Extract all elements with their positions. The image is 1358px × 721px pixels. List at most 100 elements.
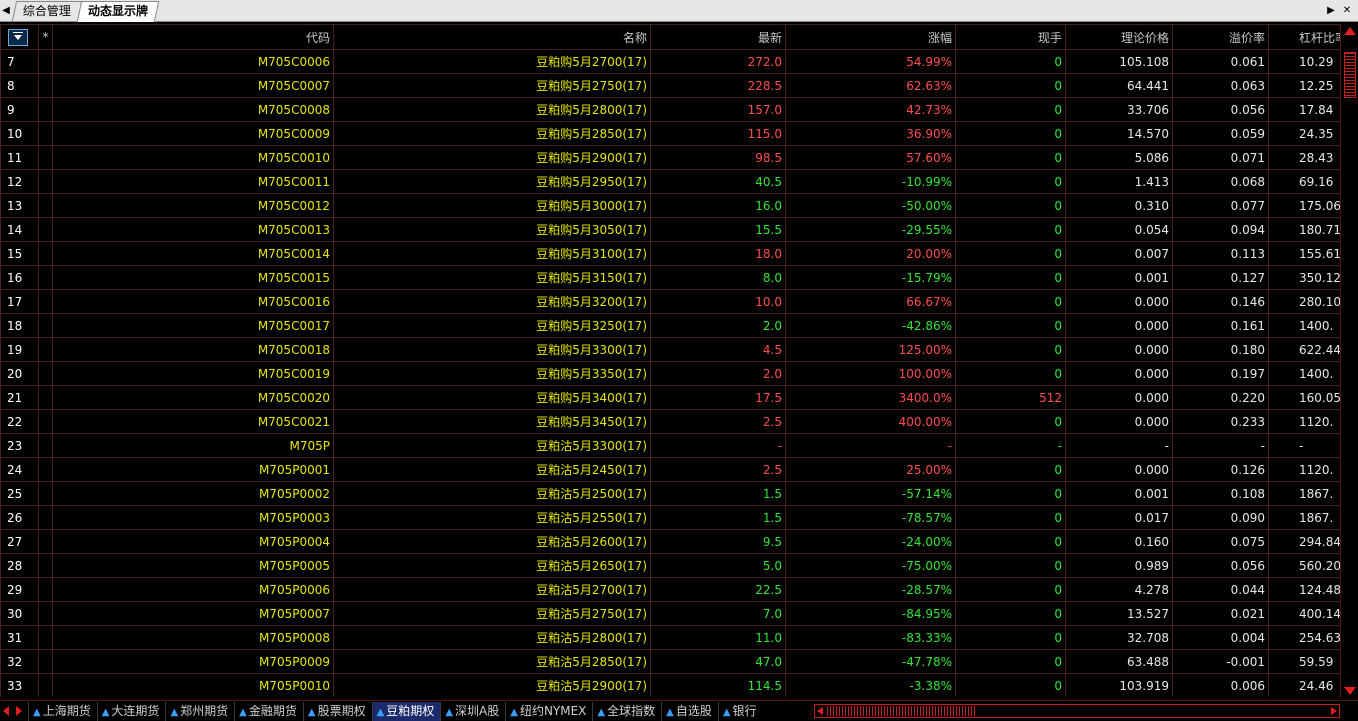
leverage-ratio: - [1268, 433, 1340, 458]
leverage-ratio: 280.10 [1268, 289, 1340, 314]
instrument-code: M705C0006 [52, 49, 334, 74]
table-row[interactable]: 28 M705P0005 豆粕沽5月2650(17) 5.0 -75.00% 0 0.989… [0, 553, 1340, 578]
row-star [38, 409, 53, 434]
table-row[interactable]: 22 M705C0021 豆粕购5月3450(17) 2.5 400.00% 0 0.000… [0, 409, 1340, 434]
row-index: 25 [0, 481, 39, 506]
table-row[interactable]: 24 M705P0001 豆粕沽5月2450(17) 2.5 25.00% 0 0.000 0… [0, 457, 1340, 482]
column-menu-header[interactable] [0, 24, 39, 50]
table-row[interactable]: 25 M705P0002 豆粕沽5月2500(17) 1.5 -57.14% 0 0.001… [0, 481, 1340, 506]
instrument-code: M705P0005 [52, 553, 334, 578]
table-row[interactable]: 19 M705C0018 豆粕购5月3300(17) 4.5 125.00% 0 0.000… [0, 337, 1340, 362]
instrument-code: M705C0020 [52, 385, 334, 410]
market-tab[interactable]: ▲ 金融期货 [234, 702, 303, 721]
table-row[interactable]: 20 M705C0019 豆粕购5月3350(17) 2.0 100.00% 0 0.000… [0, 361, 1340, 386]
leverage-ratio: 124.48 [1268, 577, 1340, 602]
market-tab-prev-icon[interactable] [3, 706, 9, 716]
header-change[interactable]: 涨幅 [785, 24, 956, 50]
tab-dynamic-board[interactable]: 动态显示牌 [76, 1, 160, 22]
market-tab[interactable]: ▲ 股票期权 [302, 702, 372, 721]
vertical-scrollbar[interactable] [1340, 24, 1358, 698]
tab-scroll-right-icon[interactable]: ▶ [1326, 4, 1336, 17]
table-row[interactable]: 23 M705P 豆粕沽5月3300(17) - - - - - - [0, 433, 1340, 458]
horizontal-scrollbar[interactable] [814, 704, 1340, 718]
premium-rate: 0.068 [1172, 169, 1269, 194]
last-price: 9.5 [650, 529, 786, 554]
scroll-down-icon[interactable] [1344, 687, 1356, 695]
table-row[interactable]: 33 M705P0010 豆粕沽5月2900(17) 114.5 -3.38% 0 103.… [0, 673, 1340, 697]
header-code[interactable]: 代码 [52, 24, 334, 50]
instrument-name: 豆粕沽5月2900(17) [333, 673, 651, 697]
column-menu-icon[interactable] [8, 28, 28, 46]
header-volume[interactable]: 现手 [955, 24, 1066, 50]
table-row[interactable]: 29 M705P0006 豆粕沽5月2700(17) 22.5 -28.57% 0 4.27… [0, 577, 1340, 602]
triangle-up-icon: ▲ [376, 707, 385, 718]
table-row[interactable]: 32 M705P0009 豆粕沽5月2850(17) 47.0 -47.78% 0 63.4… [0, 649, 1340, 674]
table-row[interactable]: 30 M705P0007 豆粕沽5月2750(17) 7.0 -84.95% 0 13.52… [0, 601, 1340, 626]
table-row[interactable]: 26 M705P0003 豆粕沽5月2550(17) 1.5 -78.57% 0 0.017… [0, 505, 1340, 530]
close-window-icon[interactable]: ✕ [1342, 4, 1352, 17]
instrument-name: 豆粕购5月2900(17) [333, 145, 651, 170]
table-row[interactable]: 15 M705C0014 豆粕购5月3100(17) 18.0 20.00% 0 0.007… [0, 241, 1340, 266]
change-percent: 57.60% [785, 145, 956, 170]
tab-general-management[interactable]: 综合管理 [11, 1, 83, 21]
table-row[interactable]: 16 M705C0015 豆粕购5月3150(17) 8.0 -15.79% 0 0.001… [0, 265, 1340, 290]
last-price: 2.0 [650, 313, 786, 338]
table-row[interactable]: 7 M705C0006 豆粕购5月2700(17) 272.0 54.99% 0 105.1… [0, 49, 1340, 74]
table-row[interactable]: 21 M705C0020 豆粕购5月3400(17) 17.5 3400.0% 512 0.… [0, 385, 1340, 410]
table-row[interactable]: 13 M705C0012 豆粕购5月3000(17) 16.0 -50.00% 0 0.31… [0, 193, 1340, 218]
instrument-code: M705C0012 [52, 193, 334, 218]
instrument-code: M705C0008 [52, 97, 334, 122]
table-row[interactable]: 14 M705C0013 豆粕购5月3050(17) 15.5 -29.55% 0 0.05… [0, 217, 1340, 242]
header-theoretical-price[interactable]: 理论价格 [1065, 24, 1173, 50]
header-leverage[interactable]: 杠杆比率 [1268, 24, 1340, 50]
current-volume: 0 [955, 361, 1066, 386]
header-name[interactable]: 名称 [333, 24, 651, 50]
market-tab-label: 股票期权 [317, 704, 366, 718]
table-row[interactable]: 11 M705C0010 豆粕购5月2900(17) 98.5 57.60% 0 5.086… [0, 145, 1340, 170]
header-star[interactable]: * [38, 24, 53, 50]
theoretical-price: 32.708 [1065, 625, 1173, 650]
scroll-right-icon[interactable] [1331, 707, 1337, 715]
last-price: 16.0 [650, 193, 786, 218]
market-tab[interactable]: ▲ 全球指数 [592, 702, 661, 721]
market-tab[interactable]: ▲ 自选股 [661, 702, 718, 721]
theoretical-price: 4.278 [1065, 577, 1173, 602]
header-premium[interactable]: 溢价率 [1172, 24, 1269, 50]
leverage-ratio: 155.61 [1268, 241, 1340, 266]
instrument-name: 豆粕购5月2950(17) [333, 169, 651, 194]
market-tab[interactable]: ▲ 上海期货 [28, 702, 97, 721]
last-price: 11.0 [650, 625, 786, 650]
row-star [38, 385, 53, 410]
instrument-name: 豆粕购5月3300(17) [333, 337, 651, 362]
triangle-up-icon: ▲ [597, 707, 606, 718]
table-row[interactable]: 8 M705C0007 豆粕购5月2750(17) 228.5 62.63% 0 64.44… [0, 73, 1340, 98]
premium-rate: 0.220 [1172, 385, 1269, 410]
table-row[interactable]: 10 M705C0009 豆粕购5月2850(17) 115.0 36.90% 0 14.5… [0, 121, 1340, 146]
vertical-scroll-thumb[interactable] [1344, 52, 1356, 98]
table-row[interactable]: 27 M705P0004 豆粕沽5月2600(17) 9.5 -24.00% 0 0.160… [0, 529, 1340, 554]
current-volume: 0 [955, 577, 1066, 602]
row-star [38, 361, 53, 386]
tab-scroll-left-icon[interactable]: ◀ [1, 4, 11, 17]
market-tab[interactable]: ▲ 深圳A股 [440, 702, 505, 721]
table-row[interactable]: 17 M705C0016 豆粕购5月3200(17) 10.0 66.67% 0 0.000… [0, 289, 1340, 314]
scroll-up-icon[interactable] [1344, 27, 1356, 35]
header-last[interactable]: 最新 [650, 24, 786, 50]
scroll-left-icon[interactable] [817, 707, 823, 715]
table-row[interactable]: 12 M705C0011 豆粕购5月2950(17) 40.5 -10.99% 0 1.41… [0, 169, 1340, 194]
table-row[interactable]: 31 M705P0008 豆粕沽5月2800(17) 11.0 -83.33% 0 32.7… [0, 625, 1340, 650]
horizontal-scroll-thumb[interactable] [827, 706, 977, 716]
market-tab[interactable]: ▲ 银行 [717, 702, 763, 721]
table-row[interactable]: 18 M705C0017 豆粕购5月3250(17) 2.0 -42.86% 0 0.000… [0, 313, 1340, 338]
table-row[interactable]: 9 M705C0008 豆粕购5月2800(17) 157.0 42.73% 0 33.70… [0, 97, 1340, 122]
market-tab[interactable]: ▲ 郑州期货 [165, 702, 234, 721]
theoretical-price: 0.000 [1065, 289, 1173, 314]
market-tab[interactable]: ▲ 大连期货 [96, 702, 166, 721]
market-tab-next-icon[interactable] [16, 706, 22, 716]
market-tab[interactable]: ▲ 豆粕期权 [371, 702, 441, 721]
market-tab[interactable]: ▲ 纽约NYMEX [505, 702, 592, 721]
theoretical-price: 0.017 [1065, 505, 1173, 530]
leverage-ratio: 24.35 [1268, 121, 1340, 146]
instrument-name: 豆粕购5月2850(17) [333, 121, 651, 146]
instrument-name: 豆粕购5月3350(17) [333, 361, 651, 386]
